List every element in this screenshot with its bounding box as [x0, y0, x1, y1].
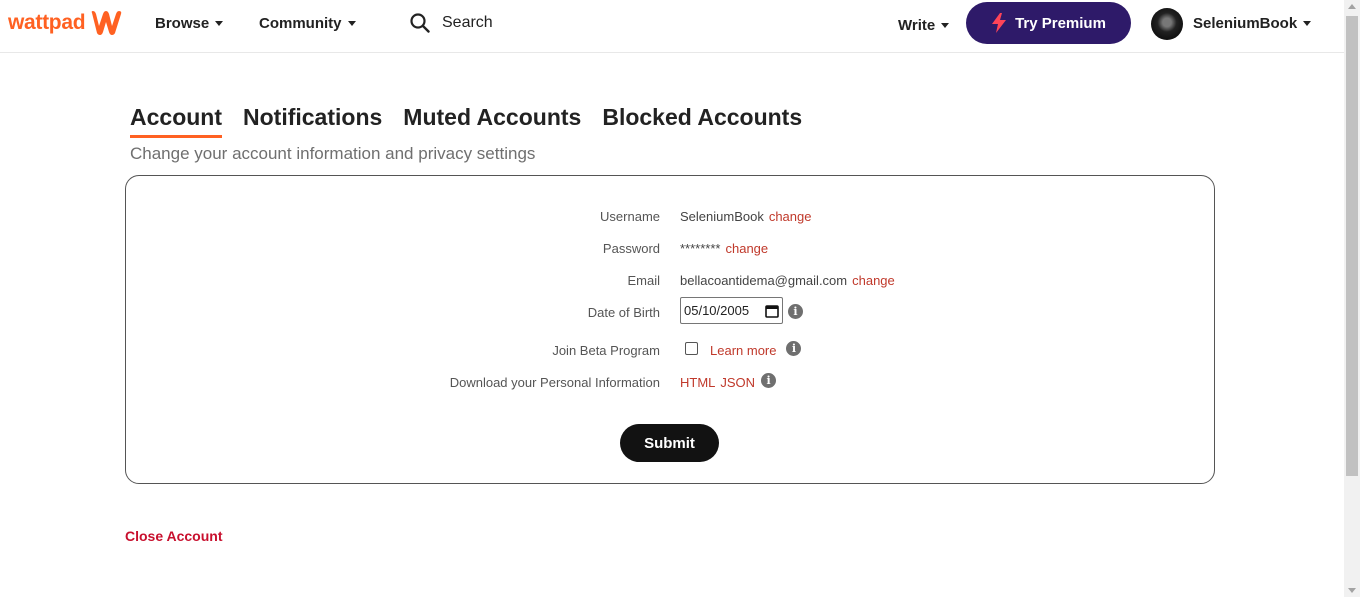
scroll-up-arrow-icon[interactable]	[1348, 4, 1356, 9]
date-of-birth-input[interactable]: 05/10/2005	[680, 297, 783, 324]
email-row: Email bellacoantidema@gmail.com change	[126, 270, 1214, 294]
user-menu[interactable]: SeleniumBook	[1193, 15, 1312, 32]
password-row: Password ******** change	[126, 238, 1214, 262]
scrollbar-thumb[interactable]	[1346, 16, 1358, 476]
info-icon[interactable]: i	[786, 341, 802, 356]
email-label: Email	[627, 273, 660, 288]
lightning-icon	[992, 13, 1007, 33]
beta-program-value-group: Learn more i	[680, 341, 802, 358]
account-settings-form: Username SeleniumBook change Password **…	[125, 175, 1215, 484]
write-menu[interactable]: Write	[898, 17, 950, 34]
chevron-down-icon	[215, 21, 224, 26]
search-button[interactable]: Search	[410, 13, 493, 33]
password-label: Password	[602, 241, 660, 256]
page-scrollbar[interactable]	[1344, 0, 1360, 597]
tab-muted-accounts[interactable]: Muted Accounts	[403, 104, 581, 138]
wattpad-logo[interactable]: wattpad	[8, 9, 123, 37]
browse-menu[interactable]: Browse	[155, 15, 224, 32]
wattpad-w-icon	[91, 11, 122, 35]
calendar-icon[interactable]	[765, 304, 779, 318]
scroll-down-arrow-icon[interactable]	[1348, 588, 1356, 593]
date-of-birth-value: 05/10/2005	[684, 303, 750, 318]
settings-tabs: Account Notifications Muted Accounts Blo…	[130, 104, 823, 138]
password-value: ********	[680, 241, 721, 256]
search-icon	[410, 13, 430, 33]
chevron-down-icon	[941, 23, 950, 28]
top-navigation-bar: wattpad Browse Community Search Write Tr…	[0, 0, 1344, 53]
close-account-link[interactable]: Close Account	[125, 528, 223, 544]
date-of-birth-label: Date of Birth	[587, 305, 660, 320]
username-row: Username SeleniumBook change	[126, 206, 1214, 230]
beta-program-row: Join Beta Program Learn more i	[126, 340, 1214, 364]
beta-program-checkbox[interactable]	[685, 342, 698, 355]
tab-blocked-accounts[interactable]: Blocked Accounts	[602, 104, 802, 138]
change-email-link[interactable]: change	[852, 273, 895, 288]
browse-label: Browse	[155, 15, 210, 32]
search-label: Search	[442, 14, 493, 31]
avatar[interactable]	[1151, 8, 1183, 40]
password-value-group: ******** change	[680, 241, 768, 256]
submit-button[interactable]: Submit	[620, 424, 719, 462]
change-username-link[interactable]: change	[769, 209, 812, 224]
community-menu[interactable]: Community	[259, 15, 356, 32]
download-html-link[interactable]: HTML	[680, 375, 715, 390]
tab-account[interactable]: Account	[130, 104, 222, 138]
date-of-birth-row: Date of Birth 05/10/2005 i	[126, 297, 1214, 326]
try-premium-label: Try Premium	[1015, 14, 1106, 32]
write-label: Write	[898, 17, 936, 34]
community-label: Community	[259, 15, 342, 32]
username-value-group: SeleniumBook change	[680, 209, 811, 224]
logo-text: wattpad	[8, 11, 86, 34]
download-json-link[interactable]: JSON	[720, 375, 755, 390]
info-icon[interactable]: i	[788, 304, 803, 319]
download-info-label: Download your Personal Information	[449, 375, 660, 390]
chevron-down-icon	[1303, 21, 1312, 26]
download-info-row: Download your Personal Information HTML …	[126, 372, 1214, 396]
chevron-down-icon	[347, 21, 356, 26]
username-value: SeleniumBook	[680, 209, 764, 224]
username-label: Username	[600, 209, 660, 224]
email-value: bellacoantidema@gmail.com	[680, 273, 848, 288]
change-password-link[interactable]: change	[725, 241, 768, 256]
username-label: SeleniumBook	[1193, 15, 1298, 32]
try-premium-button[interactable]: Try Premium	[966, 2, 1131, 44]
download-info-value-group: HTML JSON i	[680, 373, 777, 390]
email-value-group: bellacoantidema@gmail.com change	[680, 273, 895, 288]
info-icon[interactable]: i	[761, 373, 777, 388]
tab-notifications[interactable]: Notifications	[243, 104, 382, 138]
learn-more-link[interactable]: Learn more	[710, 343, 776, 358]
beta-program-label: Join Beta Program	[552, 343, 660, 358]
page-subtitle: Change your account information and priv…	[130, 144, 536, 163]
date-of-birth-value-group: 05/10/2005 i	[680, 297, 803, 324]
